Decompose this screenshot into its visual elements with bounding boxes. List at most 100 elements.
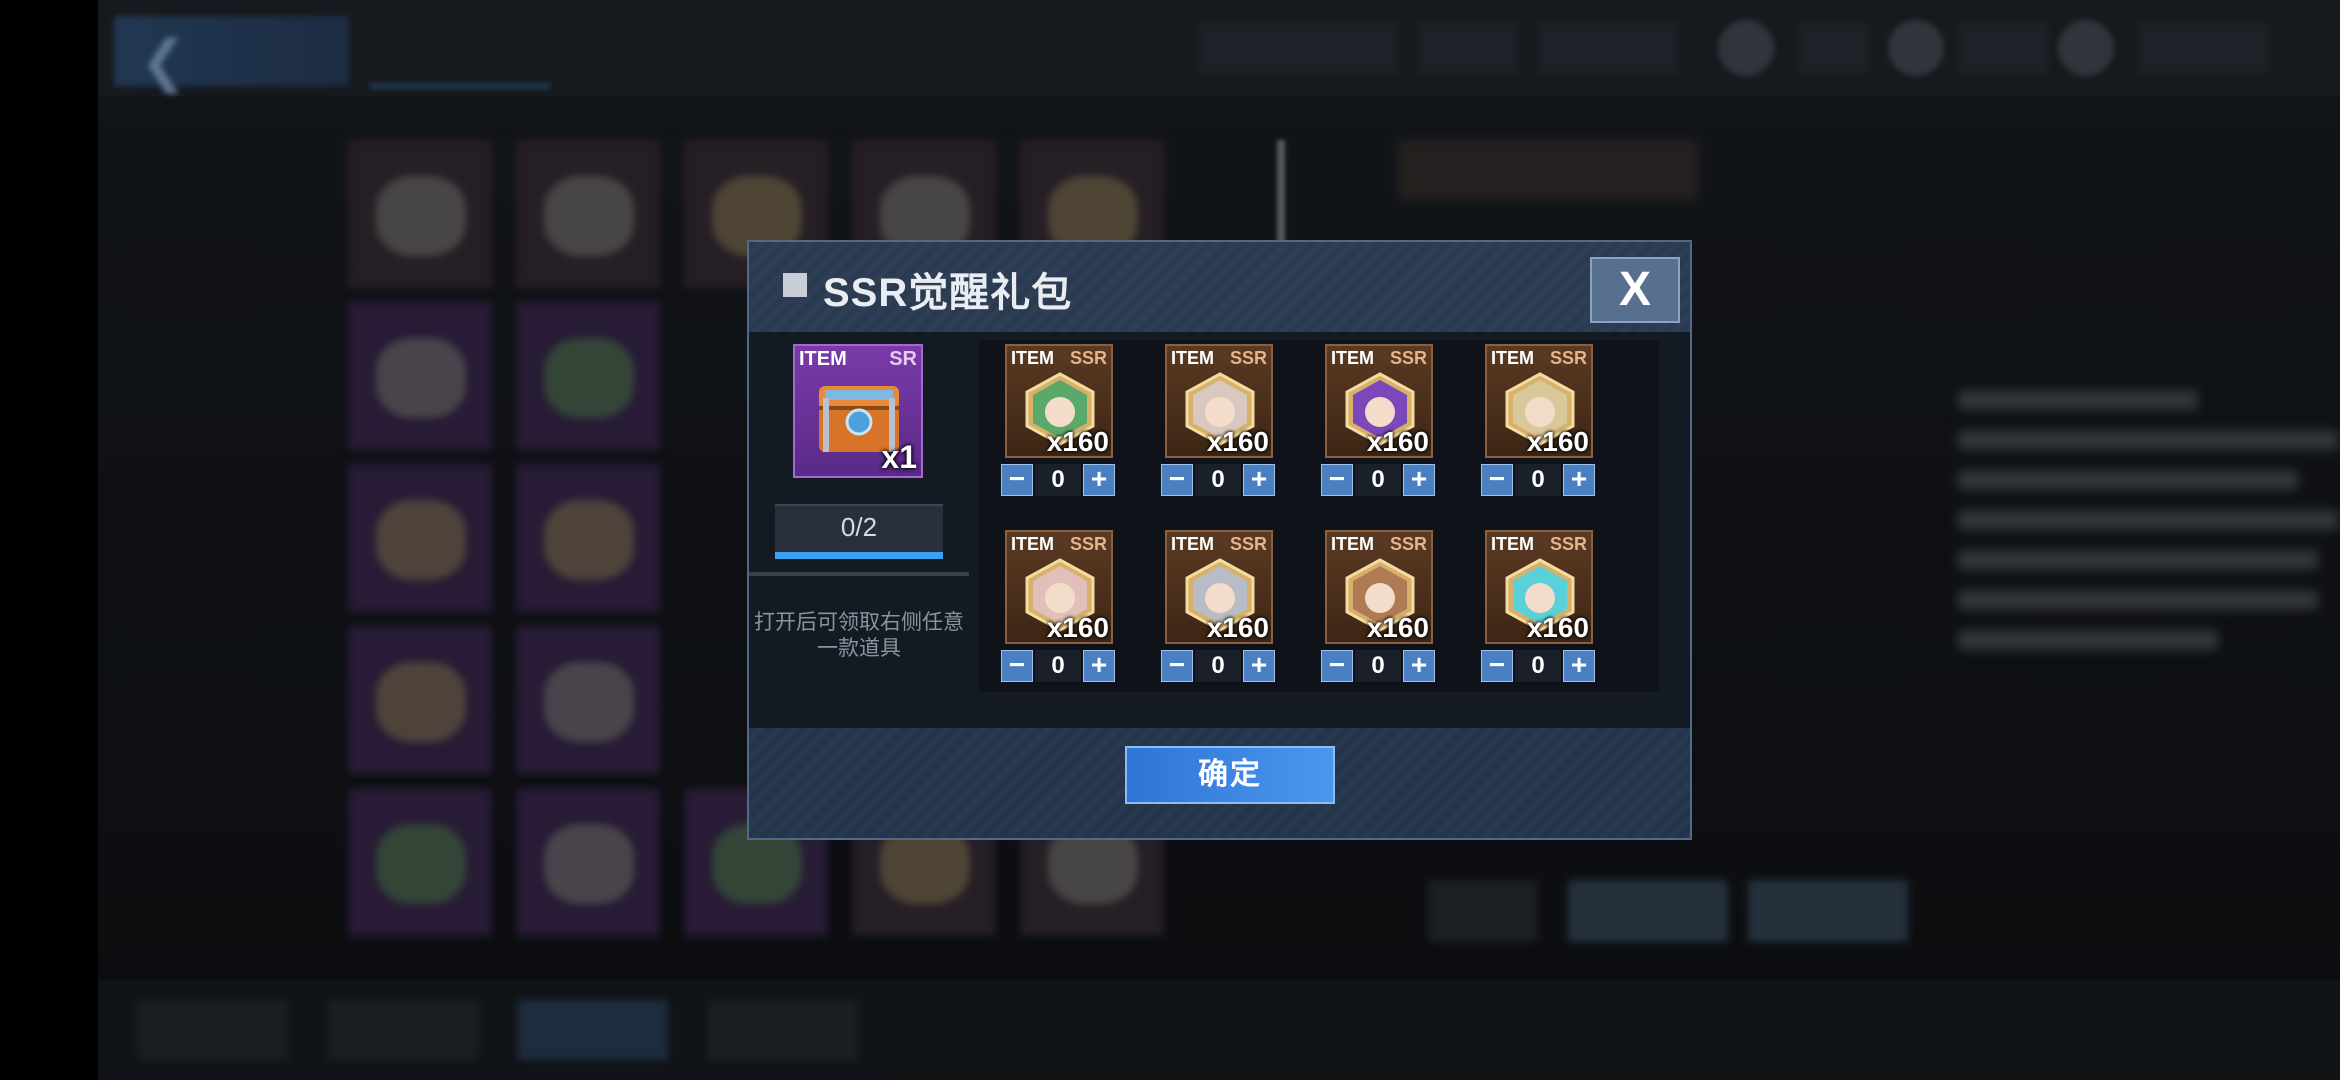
increase-button[interactable]: + — [1083, 464, 1115, 496]
card-rarity-label: SSR — [1549, 348, 1587, 368]
quantity-stepper: −0 + — [1481, 650, 1595, 684]
card-rarity-label: SSR — [1229, 534, 1267, 554]
selected-count: 0 — [1355, 464, 1401, 496]
selection-progress-text: 0/2 — [840, 512, 878, 542]
choice-item-card[interactable]: ITEM SSR x160 — [1485, 530, 1593, 644]
card-type-label: ITEM — [1331, 348, 1374, 368]
increase-button[interactable]: + — [1243, 650, 1275, 682]
close-button[interactable]: X — [1590, 257, 1680, 323]
increase-button[interactable]: + — [1563, 464, 1595, 496]
choice-item-card[interactable]: ITEM SSR x160 — [1325, 530, 1433, 644]
choice-item-card[interactable]: ITEM SSR x160 — [1325, 344, 1433, 458]
choice-item-quantity: x160 — [1206, 426, 1269, 457]
choice-items-grid[interactable]: ITEM SSR x160−0 + ITEM SSR x160−0 + ITEM SSR x160−… — [979, 340, 1659, 692]
choice-item-quantity: x160 — [1046, 426, 1109, 457]
decrease-button[interactable]: − — [1321, 650, 1353, 682]
card-tag: ITEM SSR — [1167, 346, 1271, 368]
increase-button[interactable]: + — [1243, 464, 1275, 496]
choice-item-slot: ITEM SSR x160−0 + — [1459, 340, 1595, 520]
decrease-button[interactable]: − — [1001, 650, 1033, 682]
card-rarity-label: SR — [889, 348, 917, 370]
quantity-stepper: −0 + — [1001, 650, 1115, 684]
dialog-header: SSR觉醒礼包 X — [749, 242, 1690, 332]
card-type-label: ITEM — [1171, 534, 1214, 554]
card-tag: ITEM SSR — [1487, 532, 1591, 554]
increase-button[interactable]: + — [1403, 464, 1435, 496]
increase-button[interactable]: + — [1083, 650, 1115, 682]
quantity-stepper: −0 + — [1161, 650, 1275, 684]
card-rarity-label: SSR — [1549, 534, 1587, 554]
choice-item-quantity: x160 — [1526, 612, 1589, 643]
card-type-label: ITEM — [1011, 534, 1054, 554]
choice-item-card[interactable]: ITEM SSR x160 — [1165, 530, 1273, 644]
choice-item-slot: ITEM SSR x160−0 + — [1139, 526, 1275, 692]
close-icon: X — [1618, 263, 1651, 316]
decrease-button[interactable]: − — [1321, 464, 1353, 496]
choice-item-quantity: x160 — [1206, 612, 1269, 643]
choice-item-card[interactable]: ITEM SSR x160 — [1165, 344, 1273, 458]
card-rarity-label: SSR — [1389, 534, 1427, 554]
selected-count: 0 — [1035, 650, 1081, 682]
source-item-panel: ITEM SR x1 0/2 打开后可领取右侧任意一款道具 — [749, 332, 969, 728]
title-marker-icon — [783, 273, 807, 297]
selection-progress-fill — [775, 552, 943, 559]
source-item-card[interactable]: ITEM SR x1 — [793, 344, 923, 478]
choice-item-card[interactable]: ITEM SSR x160 — [1005, 530, 1113, 644]
divider — [749, 572, 969, 576]
quantity-stepper: −0 + — [1001, 464, 1115, 498]
selection-progress: 0/2 — [775, 504, 943, 552]
card-tag: ITEM SSR — [1007, 346, 1111, 368]
increase-button[interactable]: + — [1403, 650, 1435, 682]
card-rarity-label: SSR — [1069, 348, 1107, 368]
card-tag: ITEM SSR — [1487, 346, 1591, 368]
quantity-stepper: −0 + — [1161, 464, 1275, 498]
choice-item-slot: ITEM SSR x160−0 + — [1299, 340, 1435, 520]
selected-count: 0 — [1515, 650, 1561, 682]
selected-count: 0 — [1355, 650, 1401, 682]
card-type-label: ITEM — [1331, 534, 1374, 554]
card-tag: ITEM SR — [795, 346, 921, 372]
choice-item-card[interactable]: ITEM SSR x160 — [1005, 344, 1113, 458]
card-type-label: ITEM — [1011, 348, 1054, 368]
decrease-button[interactable]: − — [1161, 650, 1193, 682]
dialog-body: ITEM SR x1 0/2 打开后可领取右侧任意一款道具 ITEM SSR x… — [749, 332, 1690, 728]
awakening-pack-dialog: SSR觉醒礼包 X ITEM SR x1 0/2 打开后可领取右侧任意一款道具 … — [747, 240, 1692, 840]
choice-item-slot: ITEM SSR x160−0 + — [1459, 526, 1595, 692]
confirm-button[interactable]: 确定 — [1125, 746, 1335, 804]
selected-count: 0 — [1195, 464, 1241, 496]
selection-progress-bar — [775, 552, 943, 559]
pack-hint-text: 打开后可领取右侧任意一款道具 — [754, 611, 964, 660]
choice-item-quantity: x160 — [1366, 426, 1429, 457]
card-type-label: ITEM — [799, 348, 847, 370]
selected-count: 0 — [1035, 464, 1081, 496]
quantity-stepper: −0 + — [1321, 650, 1435, 684]
card-tag: ITEM SSR — [1327, 532, 1431, 554]
card-tag: ITEM SSR — [1327, 346, 1431, 368]
decrease-button[interactable]: − — [1481, 464, 1513, 496]
choice-item-quantity: x160 — [1366, 612, 1429, 643]
dialog-footer: 确定 — [749, 728, 1690, 838]
card-rarity-label: SSR — [1069, 534, 1107, 554]
decrease-button[interactable]: − — [1001, 464, 1033, 496]
card-type-label: ITEM — [1171, 348, 1214, 368]
card-rarity-label: SSR — [1389, 348, 1427, 368]
decrease-button[interactable]: − — [1481, 650, 1513, 682]
quantity-stepper: −0 + — [1321, 464, 1435, 498]
choice-item-slot: ITEM SSR x160−0 + — [1299, 526, 1435, 692]
card-type-label: ITEM — [1491, 348, 1534, 368]
dialog-title: SSR觉醒礼包 — [823, 271, 1073, 315]
card-tag: ITEM SSR — [1007, 532, 1111, 554]
choice-item-quantity: x160 — [1046, 612, 1109, 643]
card-tag: ITEM SSR — [1167, 532, 1271, 554]
decrease-button[interactable]: − — [1161, 464, 1193, 496]
increase-button[interactable]: + — [1563, 650, 1595, 682]
card-rarity-label: SSR — [1229, 348, 1267, 368]
choice-item-slot: ITEM SSR x160−0 + — [1139, 340, 1275, 520]
choice-item-slot: ITEM SSR x160−0 + — [979, 340, 1115, 520]
selected-count: 0 — [1195, 650, 1241, 682]
card-type-label: ITEM — [1491, 534, 1534, 554]
source-item-quantity: x1 — [881, 439, 917, 475]
choice-item-card[interactable]: ITEM SSR x160 — [1485, 344, 1593, 458]
quantity-stepper: −0 + — [1481, 464, 1595, 498]
selected-count: 0 — [1515, 464, 1561, 496]
